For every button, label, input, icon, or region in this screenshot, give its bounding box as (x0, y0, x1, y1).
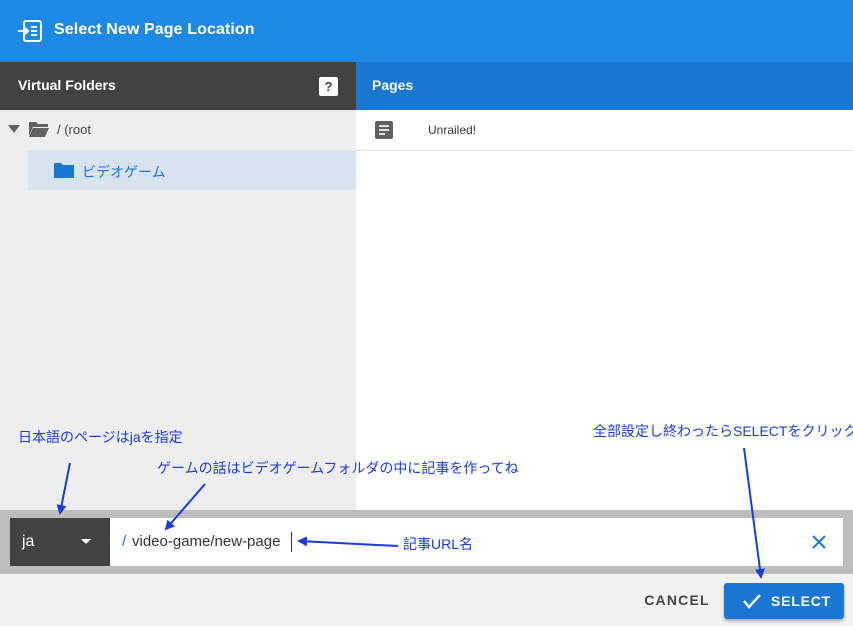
document-icon (375, 121, 393, 139)
page-list-item[interactable]: Unrailed! (356, 110, 853, 151)
select-button[interactable]: SELECT (724, 583, 844, 619)
tree-item-root[interactable]: / (root (0, 110, 356, 150)
tree-root-label: / (root (57, 122, 91, 137)
page-list-item-label: Unrailed! (428, 123, 477, 137)
locale-value: ja (22, 533, 35, 550)
pages-title: Pages (372, 77, 414, 93)
dialog-title-bar: Select New Page Location (0, 0, 853, 62)
expand-caret-icon[interactable] (8, 125, 20, 133)
folder-icon (54, 163, 74, 178)
tree-item-label: ビデオゲーム (82, 164, 166, 180)
pages-header: Pages (356, 62, 853, 110)
text-cursor (291, 532, 292, 552)
page-path-value[interactable]: video-game/new-page (132, 533, 280, 550)
chevron-down-icon[interactable] (81, 539, 91, 544)
annotation-folder-note: ゲームの話はビデオゲームフォルダの中に記事を作ってね (157, 460, 519, 476)
virtual-folders-header: Virtual Folders ? (0, 62, 356, 110)
tree-item-video-games[interactable]: ビデオゲーム (28, 150, 356, 190)
dialog-footer: CANCEL SELECT (0, 574, 853, 626)
annotation-url-note: 記事URL名 (403, 536, 474, 552)
annotation-locale-note: 日本語のページはjaを指定 (18, 429, 183, 445)
folder-open-icon (29, 122, 49, 137)
pages-pane: Pages Unrailed! (356, 62, 853, 510)
page-location-icon (18, 20, 42, 42)
check-icon (743, 594, 761, 609)
select-page-location-dialog: Select New Page Location Virtual Folders… (0, 0, 853, 626)
help-icon[interactable]: ? (319, 77, 338, 96)
virtual-folders-title: Virtual Folders (18, 77, 116, 93)
locale-select[interactable]: ja (10, 518, 110, 566)
annotation-select-note: 全部設定し終わったらSELECTをクリック (593, 423, 853, 439)
cancel-button[interactable]: CANCEL (636, 582, 718, 618)
dialog-title: Select New Page Location (54, 21, 255, 38)
page-path-input[interactable]: / video-game/new-page (110, 518, 843, 566)
select-button-label: SELECT (771, 593, 832, 609)
close-icon[interactable] (809, 532, 829, 552)
path-prefix: / (122, 533, 127, 550)
